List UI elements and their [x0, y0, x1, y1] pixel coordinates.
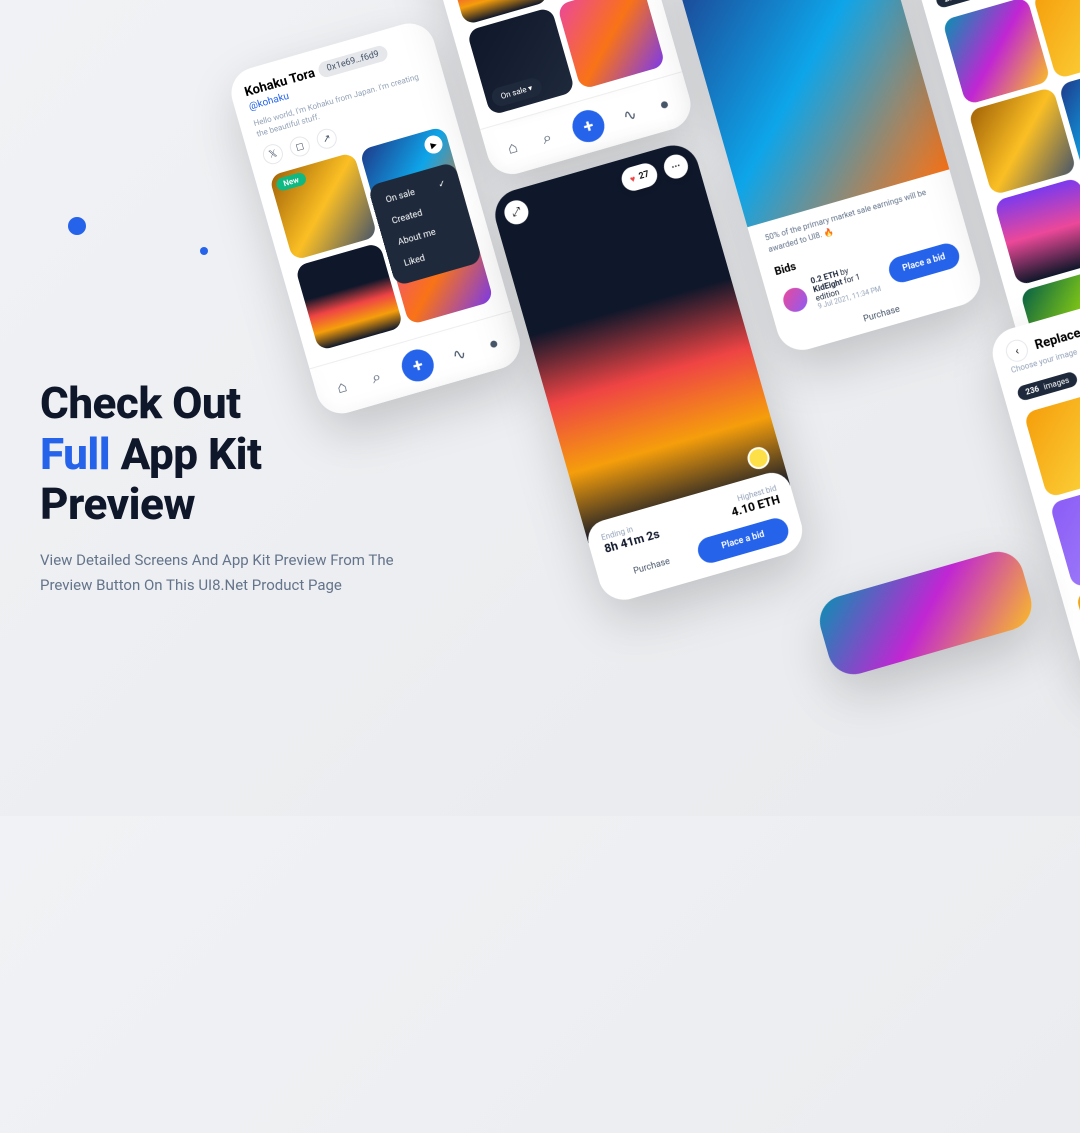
decor-dot-small: [200, 247, 208, 255]
share-icon[interactable]: ↗: [314, 127, 339, 152]
replace-tile[interactable]: [1075, 570, 1080, 679]
replace-tile[interactable]: [1023, 389, 1080, 498]
hero-accent: Full: [40, 428, 110, 480]
place-bid-button[interactable]: Place a bid: [886, 240, 963, 285]
add-button[interactable]: +: [569, 106, 609, 146]
nft-tile[interactable]: On sale ▾: [466, 7, 575, 116]
heart-icon: ♥: [629, 173, 637, 185]
onsale-chip[interactable]: On sale ▾: [490, 76, 544, 108]
hero-line1: Check Out: [40, 377, 241, 429]
home-icon[interactable]: ⌂: [331, 376, 353, 398]
instagram-icon[interactable]: ◻: [288, 134, 313, 159]
new-badge: New: [275, 172, 307, 193]
cover-tile[interactable]: [942, 0, 1051, 105]
activity-icon[interactable]: ∿: [448, 343, 470, 365]
twitter-icon[interactable]: 𝕏: [261, 142, 286, 167]
hero-line2-rest: App Kit: [110, 428, 261, 480]
add-button[interactable]: +: [398, 346, 438, 386]
phone-strip: [814, 546, 1038, 681]
cover-tile[interactable]: [994, 177, 1080, 286]
nft-tile[interactable]: [557, 0, 666, 90]
bidder-avatar[interactable]: [780, 285, 810, 315]
strip-art[interactable]: [814, 546, 1038, 681]
profile-icon[interactable]: ●: [653, 93, 675, 115]
search-icon[interactable]: ⌕: [365, 367, 387, 389]
play-icon[interactable]: ▶: [422, 134, 444, 156]
search-icon[interactable]: ⌕: [536, 127, 558, 149]
replace-tile[interactable]: [1049, 479, 1080, 588]
nft-tile[interactable]: New: [269, 152, 378, 261]
profile-icon[interactable]: ●: [483, 333, 505, 355]
check-icon: ✓: [437, 179, 447, 191]
home-icon[interactable]: ⌂: [501, 137, 523, 159]
hero-line3: Preview: [40, 478, 195, 530]
activity-icon[interactable]: ∿: [619, 103, 641, 125]
decor-dot-large: [68, 217, 86, 235]
cover-tile[interactable]: [968, 87, 1077, 196]
